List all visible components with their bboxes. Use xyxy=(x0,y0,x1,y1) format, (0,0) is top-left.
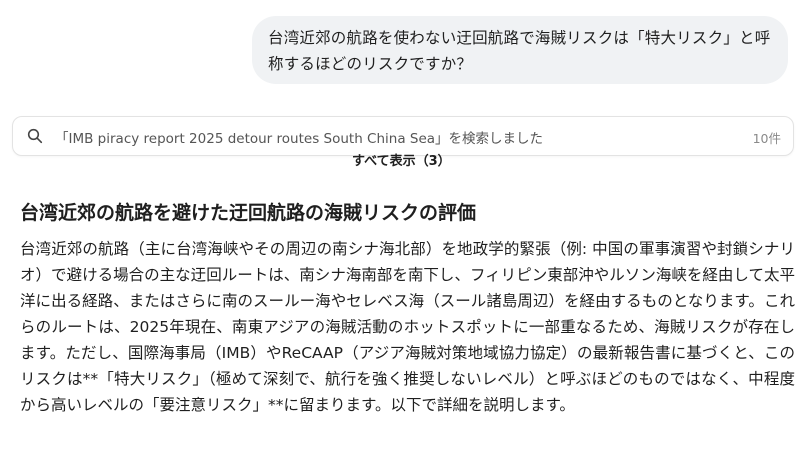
chat-page: 台湾近郊の航路を使わない迂回航路で海賊リスクは「特大リスク」と呼称するほどのリス… xyxy=(0,0,811,450)
search-result-count: 10件 xyxy=(752,131,781,146)
show-all-button[interactable]: すべて表示（3） xyxy=(352,150,451,169)
search-icon xyxy=(27,128,43,144)
user-message-text: 台湾近郊の航路を使わない迂回航路で海賊リスクは「特大リスク」と呼称するほどのリス… xyxy=(268,29,771,73)
answer-heading: 台湾近郊の航路を避けた迂回航路の海賊リスクの評価 xyxy=(20,202,477,224)
search-query-text: 「IMB piracy report 2025 detour routes So… xyxy=(55,131,544,147)
user-message-bubble: 台湾近郊の航路を使わない迂回航路で海賊リスクは「特大リスク」と呼称するほどのリス… xyxy=(252,16,788,84)
answer-paragraph: 台湾近郊の航路（主に台湾海峡やその周辺の南シナ海北部）を地政学的緊張（例: 中国… xyxy=(20,240,795,414)
